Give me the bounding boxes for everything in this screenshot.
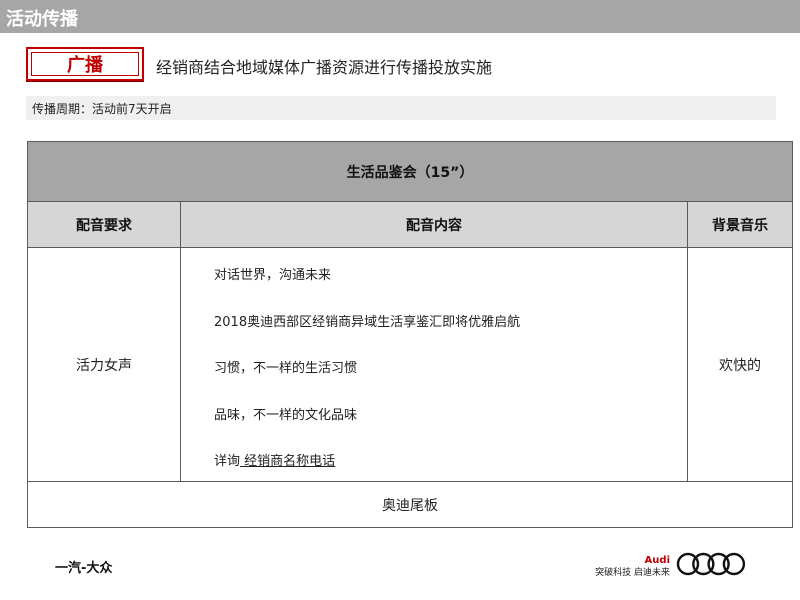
- content-lines: 对话世界，沟通未来 2018奥迪西部区经销商异域生活享鉴汇即将优雅启航 习惯，不…: [214, 264, 520, 474]
- period-text: 传播周期：活动前7天开启: [32, 102, 172, 116]
- table-row: 活力女声 欢快的 对话世界，沟通未来 2018奥迪西部区经销商异域生活享鉴汇即将…: [28, 248, 792, 482]
- page-title: 活动传播: [6, 9, 78, 30]
- content-line: 2018奥迪西部区经销商异域生活享鉴汇即将优雅启航: [214, 314, 521, 330]
- table-header-row: 配音要求 配音内容 背景音乐: [28, 202, 792, 248]
- content-line-inquiry: 详询 经销商名称电话: [214, 450, 520, 474]
- faw-vw-logo: 一汽-大众: [55, 561, 113, 576]
- column-header-content: 配音内容: [181, 202, 688, 247]
- dealer-contact-link[interactable]: 经销商名称电话: [240, 454, 335, 469]
- content-line: 习惯，不一样的生活习惯: [214, 361, 358, 376]
- content-line: 品味，不一样的文化品味: [214, 407, 358, 423]
- section-headline: 经销商结合地域媒体广播资源进行传播投放实施: [156, 58, 493, 77]
- title-bar: 活动传播: [0, 0, 800, 33]
- content-line: 对话世界，沟通未来: [214, 268, 332, 283]
- audi-text-block: Audi 突破科技 启迪未来: [590, 555, 670, 579]
- column-header-voice: 配音要求: [28, 202, 181, 247]
- background-music: 欢快的: [719, 357, 761, 374]
- inquiry-prefix: 详询: [214, 454, 241, 469]
- voice-requirement: 活力女声: [28, 248, 181, 481]
- audi-brand: Audi: [644, 555, 670, 566]
- table-title: 生活品鉴会（15”）: [28, 142, 792, 202]
- period-bar: 传播周期：活动前7天开启: [26, 96, 776, 120]
- section-badge: 广播: [26, 47, 144, 81]
- column-header-music: 背景音乐: [712, 217, 768, 234]
- table-footer-row: 奥迪尾板: [382, 497, 438, 514]
- section-badge-label: 广播: [31, 52, 139, 76]
- audi-rings-icon: [676, 552, 746, 576]
- script-table: 生活品鉴会（15”） 配音要求 配音内容 背景音乐 活力女声 欢快的 对话世界，…: [27, 141, 793, 528]
- audi-slogan: 突破科技 启迪未来: [595, 568, 670, 578]
